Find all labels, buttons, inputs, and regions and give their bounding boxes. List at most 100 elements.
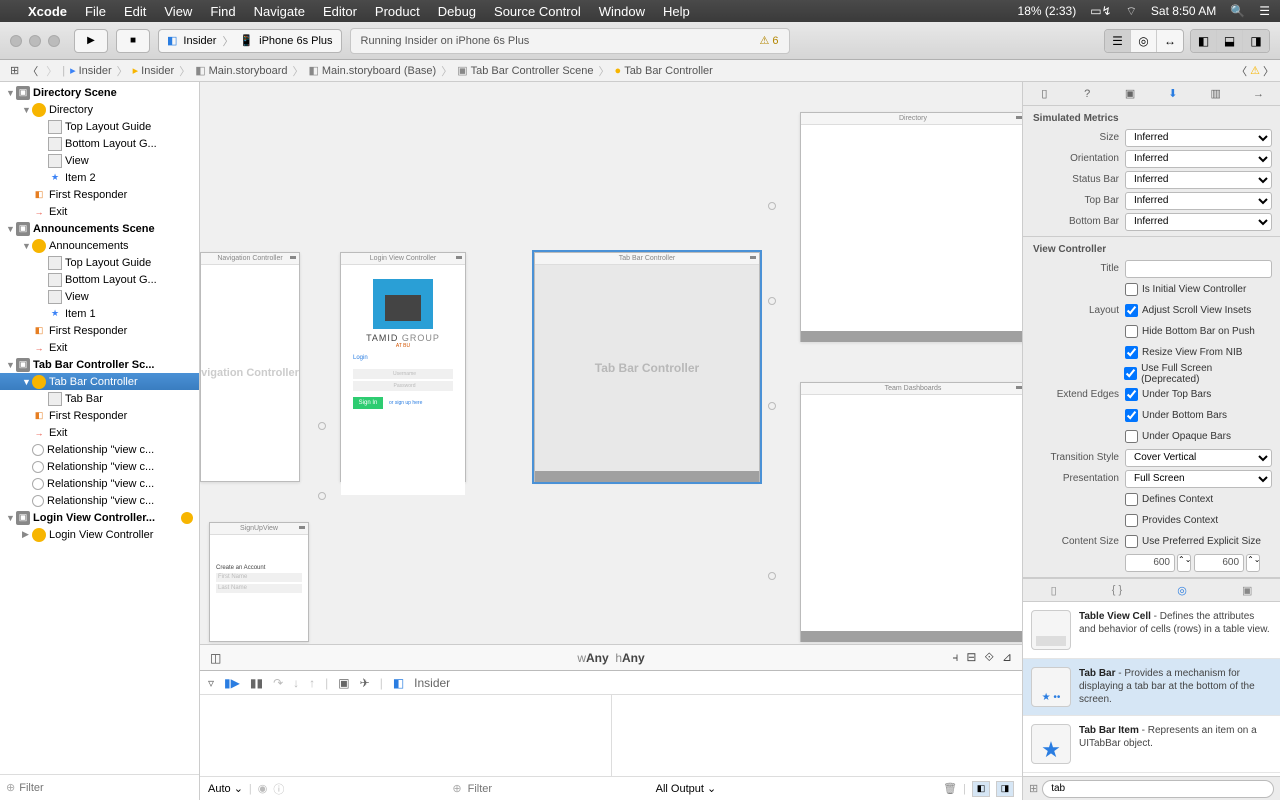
- pause-button[interactable]: ▮▮: [250, 676, 263, 690]
- outline-row[interactable]: Bottom Layout G...: [0, 271, 199, 288]
- identity-inspector-tab[interactable]: ▣: [1120, 85, 1140, 103]
- stop-button[interactable]: [116, 29, 150, 53]
- outline-row[interactable]: View: [0, 288, 199, 305]
- library-filter-input[interactable]: [1042, 780, 1274, 798]
- run-button[interactable]: [74, 29, 108, 53]
- quick-help-tab[interactable]: ?: [1077, 85, 1097, 103]
- outline-row[interactable]: ▼▣Directory Scene: [0, 84, 199, 101]
- file-template-library-tab[interactable]: ▯: [1051, 584, 1057, 597]
- menu-file[interactable]: File: [85, 4, 106, 19]
- storyboard-canvas[interactable]: Navigation Controller vigation Controlle…: [200, 82, 1022, 644]
- menu-view[interactable]: View: [164, 4, 192, 19]
- menu-edit[interactable]: Edit: [124, 4, 146, 19]
- related-items-button[interactable]: ⊞: [6, 64, 23, 77]
- jump-group[interactable]: ▸Insider: [129, 64, 179, 77]
- scheme-selector[interactable]: ◧Insider 〉 📱iPhone 6s Plus: [158, 29, 342, 53]
- adjust-insets-checkbox[interactable]: [1125, 304, 1138, 317]
- outline-row[interactable]: ▼Announcements: [0, 237, 199, 254]
- bottom-bar-select[interactable]: Inferred: [1125, 213, 1272, 231]
- outline-row[interactable]: ▶Login View Controller: [0, 526, 199, 543]
- outline-row[interactable]: ◧First Responder: [0, 186, 199, 203]
- info-icon[interactable]: ⓘ: [273, 781, 284, 797]
- next-issue-button[interactable]: 〉: [1263, 63, 1274, 79]
- back-button[interactable]: 〈: [23, 63, 42, 79]
- top-bar-select[interactable]: Inferred: [1125, 192, 1272, 210]
- outline-row[interactable]: Tab Bar: [0, 390, 199, 407]
- resize-nib-checkbox[interactable]: [1125, 346, 1138, 359]
- menu-help[interactable]: Help: [663, 4, 690, 19]
- outline-row[interactable]: ▼Directory: [0, 101, 199, 118]
- outline-row[interactable]: ◧First Responder: [0, 322, 199, 339]
- jump-base[interactable]: ◧Main.storyboard (Base): [304, 64, 440, 77]
- activity-viewer[interactable]: Running Insider on iPhone 6s Plus ⚠ 6: [350, 28, 790, 54]
- scene-login-view-controller[interactable]: Login View Controller TAMID GROUP AT BU …: [340, 252, 466, 482]
- jump-scene[interactable]: ▣Tab Bar Controller Scene: [453, 64, 597, 77]
- outline-row[interactable]: Top Layout Guide: [0, 254, 199, 271]
- assistant-editor-button[interactable]: ◎: [1131, 30, 1157, 52]
- step-into-button[interactable]: ↓: [293, 676, 299, 690]
- jump-project[interactable]: ▸Insider: [66, 64, 116, 77]
- jump-controller[interactable]: ●Tab Bar Controller: [611, 65, 717, 77]
- prev-issue-button[interactable]: 〈: [1236, 63, 1247, 79]
- orientation-select[interactable]: Inferred: [1125, 150, 1272, 168]
- outline-row[interactable]: Relationship "view c...: [0, 492, 199, 509]
- vars-pane-toggle[interactable]: ◧: [972, 781, 990, 797]
- app-menu[interactable]: Xcode: [28, 4, 67, 19]
- title-input[interactable]: [1125, 260, 1272, 278]
- standard-editor-button[interactable]: ☰: [1105, 30, 1131, 52]
- menu-find[interactable]: Find: [210, 4, 235, 19]
- content-height-input[interactable]: [1194, 554, 1244, 572]
- object-library[interactable]: Table View Cell - Defines the attributes…: [1023, 602, 1280, 776]
- outline-row[interactable]: →Exit: [0, 203, 199, 220]
- size-inspector-tab[interactable]: ▥: [1206, 85, 1226, 103]
- view-debug-button[interactable]: ▣: [338, 676, 349, 690]
- initial-vc-checkbox[interactable]: [1125, 283, 1138, 296]
- pin-button[interactable]: ⊟: [966, 650, 976, 665]
- menu-source-control[interactable]: Source Control: [494, 4, 581, 19]
- code-snippet-library-tab[interactable]: { }: [1112, 584, 1122, 596]
- outline-row[interactable]: ▼▣Login View Controller...: [0, 509, 199, 526]
- variables-view[interactable]: [200, 695, 612, 776]
- scene-navigation-controller[interactable]: Navigation Controller vigation Controlle…: [200, 252, 300, 482]
- content-width-input[interactable]: [1125, 554, 1175, 572]
- media-library-tab[interactable]: ▣: [1242, 584, 1252, 597]
- library-item[interactable]: ★ ••Tab Bar - Provides a mechanism for d…: [1023, 659, 1280, 716]
- object-library-tab[interactable]: ◎: [1177, 584, 1187, 597]
- hide-bottom-bar-checkbox[interactable]: [1125, 325, 1138, 338]
- under-bottom-bars-checkbox[interactable]: [1125, 409, 1138, 422]
- presentation-select[interactable]: Full Screen: [1125, 470, 1272, 488]
- wifi-icon[interactable]: ⌔: [1126, 4, 1137, 19]
- connections-inspector-tab[interactable]: →: [1249, 85, 1269, 103]
- preferred-size-checkbox[interactable]: [1125, 535, 1138, 548]
- size-class-control[interactable]: wAny hAny: [577, 651, 644, 665]
- spotlight-icon[interactable]: 🔍: [1230, 4, 1245, 18]
- library-item[interactable]: ★Tab Bar Item - Represents an item on a …: [1023, 716, 1280, 773]
- outline-toggle-button[interactable]: ◫: [210, 651, 221, 665]
- jump-storyboard[interactable]: ◧Main.storyboard: [191, 64, 291, 77]
- segue-node[interactable]: [768, 297, 776, 305]
- outline-row[interactable]: View: [0, 152, 199, 169]
- segue-node[interactable]: [768, 202, 776, 210]
- attributes-inspector-tab[interactable]: ⬇: [1163, 85, 1183, 103]
- zoom-window-button[interactable]: [48, 35, 60, 47]
- output-selector[interactable]: All Output ⌄: [656, 782, 717, 795]
- close-window-button[interactable]: [10, 35, 22, 47]
- clear-console-button[interactable]: 🗑: [943, 782, 957, 795]
- provides-context-checkbox[interactable]: [1125, 514, 1138, 527]
- outline-filter-input[interactable]: [19, 782, 193, 794]
- outline-row[interactable]: Top Layout Guide: [0, 118, 199, 135]
- align-button[interactable]: ⫞: [952, 650, 958, 665]
- file-inspector-tab[interactable]: ▯: [1034, 85, 1054, 103]
- console-view[interactable]: [612, 695, 1023, 776]
- outline-row[interactable]: Bottom Layout G...: [0, 135, 199, 152]
- battery-status[interactable]: 18% (2:33): [1018, 4, 1077, 18]
- resolve-issues-button[interactable]: ⟐: [984, 650, 993, 665]
- resizing-button[interactable]: ⊿: [1002, 650, 1012, 665]
- issue-icon[interactable]: ⚠: [1250, 64, 1260, 77]
- auto-variables-selector[interactable]: Auto ⌄: [208, 782, 243, 795]
- notification-center-icon[interactable]: ☰: [1259, 4, 1270, 18]
- quicklook-icon[interactable]: ◉: [258, 782, 268, 795]
- outline-row[interactable]: Relationship "view c...: [0, 458, 199, 475]
- document-outline[interactable]: ▼▣Directory Scene▼DirectoryTop Layout Gu…: [0, 82, 199, 774]
- library-item[interactable]: Table View Cell - Defines the attributes…: [1023, 602, 1280, 659]
